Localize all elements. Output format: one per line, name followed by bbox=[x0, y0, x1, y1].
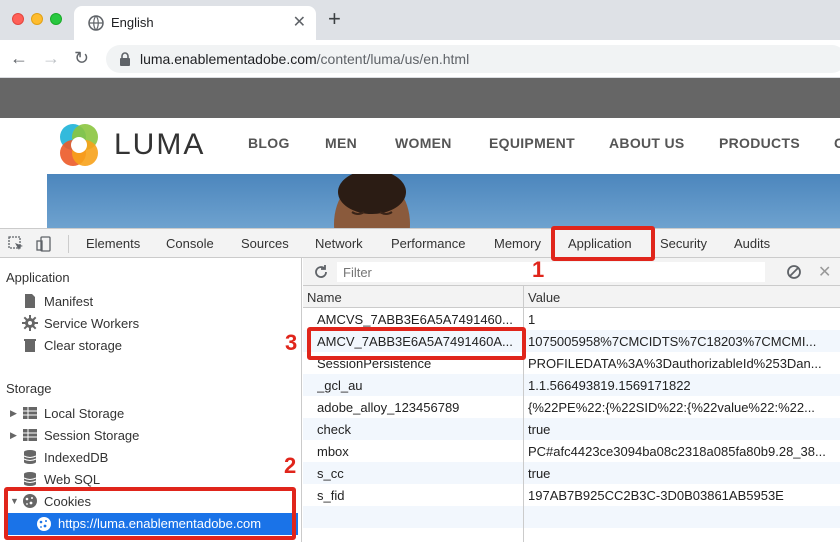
table-row[interactable]: _gcl_au 1.1.566493819.1569171822 bbox=[303, 374, 840, 396]
tab-memory[interactable]: Memory bbox=[494, 236, 541, 251]
cookie-filter-bar: ✕ bbox=[303, 258, 840, 286]
sidebar-item-label: IndexedDB bbox=[44, 450, 109, 465]
trash-icon bbox=[24, 339, 36, 352]
tab-audits[interactable]: Audits bbox=[734, 236, 770, 251]
grid-icon bbox=[23, 407, 37, 419]
annotation-number-2: 2 bbox=[284, 453, 297, 478]
tab-performance[interactable]: Performance bbox=[391, 236, 465, 251]
inspect-element-icon[interactable] bbox=[8, 236, 24, 252]
cookie-name: adobe_alloy_123456789 bbox=[317, 400, 460, 415]
tab-network[interactable]: Network bbox=[315, 236, 363, 251]
minimize-window-button[interactable] bbox=[31, 13, 43, 25]
tab-close-icon[interactable]: ✕ bbox=[293, 12, 306, 32]
refresh-icon[interactable] bbox=[313, 264, 329, 280]
cookie-value: PC#afc4423ce3094ba08c2318a085fa80b9.28_3… bbox=[528, 444, 826, 459]
url-text: luma.enablementadobe.com/content/luma/us… bbox=[140, 51, 469, 67]
reload-icon[interactable]: ↻ bbox=[74, 48, 89, 68]
nav-women[interactable]: WOMEN bbox=[395, 135, 452, 151]
nav-blog[interactable]: BLOG bbox=[248, 135, 290, 151]
cookie-value: true bbox=[528, 466, 551, 481]
annotation-box-amcv-cookie bbox=[307, 327, 526, 360]
browser-toolbar: ← → ↻ luma.enablementadobe.com/content/l… bbox=[0, 40, 840, 78]
hero-person-image bbox=[334, 174, 410, 228]
delete-selected-icon[interactable]: ✕ bbox=[818, 262, 831, 282]
tab-title: English bbox=[111, 15, 154, 30]
toolbar-divider bbox=[68, 235, 69, 253]
cookie-value: PROFILEDATA%3A%3DauthorizableId%253Dan..… bbox=[528, 356, 822, 371]
forward-arrow-icon[interactable]: → bbox=[42, 48, 60, 68]
expand-arrow-icon[interactable]: ▶ bbox=[10, 430, 17, 441]
annotation-box-application-tab bbox=[551, 226, 655, 261]
logo-text: LUMA bbox=[114, 128, 206, 161]
cookie-name: s_fid bbox=[317, 488, 345, 503]
url-host: luma.enablementadobe.com bbox=[140, 51, 317, 67]
clear-all-icon[interactable] bbox=[786, 264, 802, 280]
site-top-banner bbox=[0, 78, 840, 118]
cookie-value: 1 bbox=[528, 312, 536, 327]
address-bar[interactable]: luma.enablementadobe.com/content/luma/us… bbox=[106, 45, 840, 73]
table-row[interactable]: adobe_alloy_123456789 {%22PE%22:{%22SID%2… bbox=[303, 396, 840, 418]
lock-icon bbox=[120, 52, 130, 66]
column-header-value[interactable]: Value bbox=[524, 286, 840, 308]
nav-products[interactable]: PRODUCTS bbox=[719, 135, 800, 151]
device-toolbar-icon[interactable] bbox=[36, 236, 52, 252]
database-icon bbox=[23, 450, 37, 464]
expand-arrow-icon[interactable]: ▶ bbox=[10, 408, 17, 419]
table-row[interactable]: mbox PC#afc4423ce3094ba08c2318a085fa80b9.… bbox=[303, 440, 840, 462]
database-icon bbox=[23, 472, 37, 486]
cookie-value: 197AB7B925CC2B3C-3D0B03861AB5953E bbox=[528, 488, 784, 503]
globe-icon bbox=[88, 15, 104, 31]
cookie-value: {%22PE%22:{%22SID%22:{%22value%22:%22... bbox=[528, 400, 815, 415]
cookie-value: true bbox=[528, 422, 551, 437]
cookie-name: mbox bbox=[317, 444, 349, 459]
cookie-value: 1075005958%7CMCIDTS%7C18203%7CMCMI... bbox=[528, 334, 817, 349]
sidebar-item-label: Service Workers bbox=[44, 316, 140, 331]
cookie-name: check bbox=[317, 422, 351, 437]
table-row-empty bbox=[303, 506, 840, 528]
devtools-tab-bar: Elements Console Sources Network Perform… bbox=[0, 228, 840, 258]
new-tab-button[interactable]: + bbox=[328, 8, 341, 30]
gear-icon bbox=[22, 315, 38, 331]
sidebar-item-label: Web SQL bbox=[44, 472, 101, 487]
site-header: LUMA BLOG MEN WOMEN EQUIPMENT ABOUT US P… bbox=[0, 118, 840, 174]
sidebar-item-label: Clear storage bbox=[44, 338, 123, 353]
url-path: /content/luma/us/en.html bbox=[316, 51, 470, 67]
grid-icon bbox=[23, 429, 37, 441]
close-window-button[interactable] bbox=[12, 13, 24, 25]
cookie-name: _gcl_au bbox=[317, 378, 363, 393]
browser-tab-bar: English ✕ + bbox=[0, 0, 840, 40]
column-divider bbox=[523, 286, 524, 542]
sidebar-item-label: Local Storage bbox=[44, 406, 125, 421]
nav-men[interactable]: MEN bbox=[325, 135, 357, 151]
sidebar-item-label: Manifest bbox=[44, 294, 94, 309]
nav-about-us[interactable]: ABOUT US bbox=[609, 135, 685, 151]
cookie-name: s_cc bbox=[317, 466, 344, 481]
back-arrow-icon[interactable]: ← bbox=[10, 48, 28, 68]
document-icon bbox=[25, 294, 35, 308]
tab-elements[interactable]: Elements bbox=[86, 236, 140, 251]
application-heading: Application bbox=[6, 270, 70, 285]
annotation-box-cookies bbox=[4, 487, 296, 540]
nav-truncated[interactable]: C bbox=[834, 135, 840, 151]
cookie-table: Name Value AMCVS_7ABB3E6A5A7491460... 1 A… bbox=[303, 286, 840, 542]
browser-tab[interactable]: English ✕ bbox=[74, 6, 316, 40]
table-row[interactable]: s_fid 197AB7B925CC2B3C-3D0B03861AB5953E bbox=[303, 484, 840, 506]
nav-equipment[interactable]: EQUIPMENT bbox=[489, 135, 575, 151]
sidebar-item-label: Session Storage bbox=[44, 428, 140, 443]
maximize-window-button[interactable] bbox=[50, 13, 62, 25]
luma-logo-icon[interactable] bbox=[56, 122, 102, 168]
tab-sources[interactable]: Sources bbox=[241, 236, 289, 251]
tab-security[interactable]: Security bbox=[660, 236, 707, 251]
column-header-name[interactable]: Name bbox=[303, 286, 523, 308]
annotation-number-1: 1 bbox=[532, 257, 545, 282]
table-row[interactable]: s_cc true bbox=[303, 462, 840, 484]
filter-input[interactable] bbox=[337, 262, 765, 282]
storage-heading: Storage bbox=[6, 381, 52, 396]
cookie-value: 1.1.566493819.1569171822 bbox=[528, 378, 691, 393]
hero-image bbox=[47, 174, 840, 228]
tab-console[interactable]: Console bbox=[166, 236, 214, 251]
cookie-name: AMCVS_7ABB3E6A5A7491460... bbox=[317, 312, 513, 327]
table-row[interactable]: check true bbox=[303, 418, 840, 440]
annotation-number-3: 3 bbox=[285, 330, 298, 355]
